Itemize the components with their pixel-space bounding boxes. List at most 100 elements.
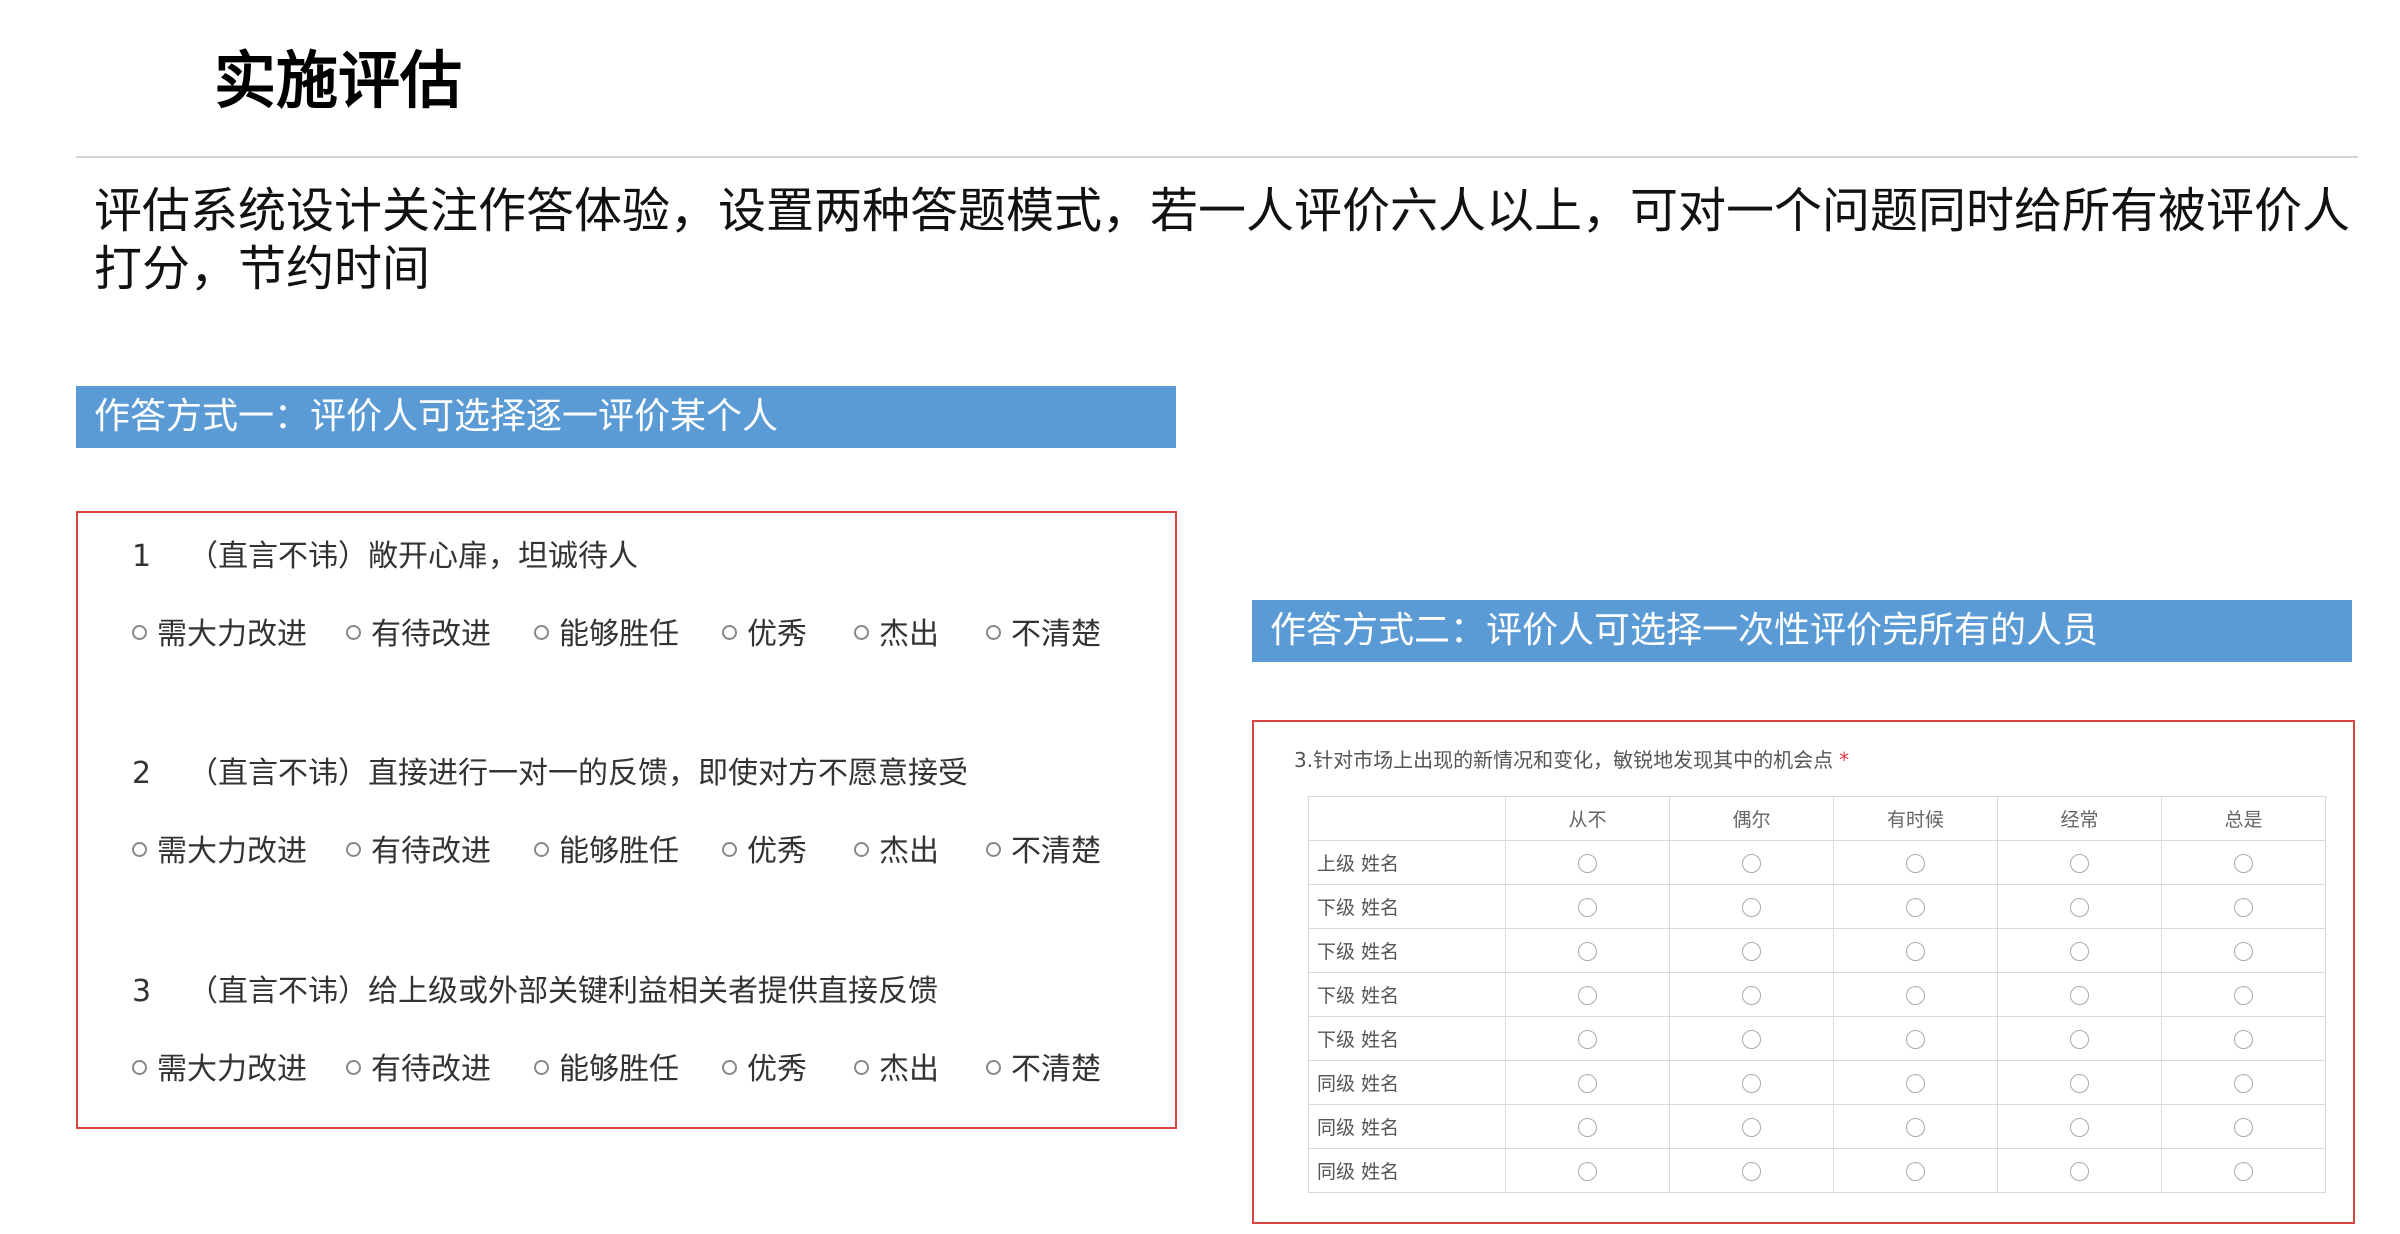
rating-matrix: 从不 偶尔 有时候 经常 总是 上级 姓名 下级 姓名 下级 姓名 下级 姓名 下级 姓… xyxy=(1308,796,2326,1193)
option-excellent[interactable]: 优秀 xyxy=(722,1048,807,1092)
matrix-cell xyxy=(1669,840,1834,885)
radio-icon[interactable] xyxy=(854,625,869,640)
radio-icon[interactable] xyxy=(534,842,549,857)
radio-icon[interactable] xyxy=(2234,897,2253,917)
radio-icon[interactable] xyxy=(2070,1117,2089,1137)
radio-icon[interactable] xyxy=(132,625,147,640)
mode-one-panel: 1 （直言不讳）敞开心扉，坦诚待人 需大力改进 有待改进 能够胜任 优秀 杰出 不… xyxy=(76,511,1177,1129)
radio-icon[interactable] xyxy=(1906,941,1925,961)
matrix-cell xyxy=(1833,928,1998,973)
option-competent[interactable]: 能够胜任 xyxy=(534,1048,679,1092)
radio-icon[interactable] xyxy=(346,1060,361,1075)
radio-icon[interactable] xyxy=(1742,1117,1761,1137)
matrix-cell xyxy=(1505,928,1670,973)
radio-icon[interactable] xyxy=(1578,1029,1597,1049)
option-needs-improvement[interactable]: 有待改进 xyxy=(346,613,491,657)
option-competent[interactable]: 能够胜任 xyxy=(534,613,679,657)
radio-icon[interactable] xyxy=(346,842,361,857)
radio-icon[interactable] xyxy=(2234,1117,2253,1137)
option-needs-improvement[interactable]: 有待改进 xyxy=(346,830,491,874)
radio-icon[interactable] xyxy=(2234,985,2253,1005)
radio-icon[interactable] xyxy=(1906,1117,1925,1137)
radio-icon[interactable] xyxy=(534,625,549,640)
option-needs-improvement[interactable]: 有待改进 xyxy=(346,1048,491,1092)
matrix-cell xyxy=(2161,884,2326,929)
matrix-cell xyxy=(1505,1016,1670,1061)
radio-icon[interactable] xyxy=(2234,853,2253,873)
option-needs-major-improvement[interactable]: 需大力改进 xyxy=(132,613,307,657)
radio-icon[interactable] xyxy=(722,625,737,640)
option-competent[interactable]: 能够胜任 xyxy=(534,830,679,874)
radio-icon[interactable] xyxy=(2070,1073,2089,1093)
matrix-cell xyxy=(1997,972,2162,1017)
radio-icon[interactable] xyxy=(854,1060,869,1075)
radio-icon[interactable] xyxy=(986,842,1001,857)
radio-icon[interactable] xyxy=(132,1060,147,1075)
radio-icon[interactable] xyxy=(1578,941,1597,961)
radio-icon[interactable] xyxy=(1742,941,1761,961)
radio-icon[interactable] xyxy=(986,1060,1001,1075)
option-excellent[interactable]: 优秀 xyxy=(722,613,807,657)
radio-icon[interactable] xyxy=(2070,1029,2089,1049)
radio-icon[interactable] xyxy=(1742,1073,1761,1093)
radio-icon[interactable] xyxy=(132,842,147,857)
option-excellent[interactable]: 优秀 xyxy=(722,830,807,874)
matrix-cell xyxy=(1669,972,1834,1017)
question-item: 2 （直言不讳）直接进行一对一的反馈，即使对方不愿意接受 需大力改进 有待改进 能… xyxy=(132,754,1155,874)
radio-icon[interactable] xyxy=(1742,897,1761,917)
radio-icon[interactable] xyxy=(1906,1029,1925,1049)
option-needs-major-improvement[interactable]: 需大力改进 xyxy=(132,1048,307,1092)
radio-icon[interactable] xyxy=(2070,941,2089,961)
radio-icon[interactable] xyxy=(1578,897,1597,917)
option-unclear[interactable]: 不清楚 xyxy=(986,613,1101,657)
radio-icon[interactable] xyxy=(986,625,1001,640)
radio-icon[interactable] xyxy=(2234,1073,2253,1093)
matrix-row: 下级 姓名 xyxy=(1308,928,2326,973)
radio-icon[interactable] xyxy=(1906,1161,1925,1181)
radio-icon[interactable] xyxy=(1578,1117,1597,1137)
radio-icon[interactable] xyxy=(1578,1073,1597,1093)
radio-icon[interactable] xyxy=(1578,853,1597,873)
matrix-cell xyxy=(1833,884,1998,929)
option-outstanding[interactable]: 杰出 xyxy=(854,830,939,874)
mode-one-banner: 作答方式一：评价人可选择逐一评价某个人 xyxy=(76,386,1176,448)
option-outstanding[interactable]: 杰出 xyxy=(854,1048,939,1092)
radio-icon[interactable] xyxy=(2070,897,2089,917)
option-unclear[interactable]: 不清楚 xyxy=(986,1048,1101,1092)
radio-icon[interactable] xyxy=(1742,985,1761,1005)
option-outstanding[interactable]: 杰出 xyxy=(854,613,939,657)
radio-icon[interactable] xyxy=(722,1060,737,1075)
radio-icon[interactable] xyxy=(1578,985,1597,1005)
radio-icon[interactable] xyxy=(2070,853,2089,873)
radio-icon[interactable] xyxy=(854,842,869,857)
matrix-cell xyxy=(2161,840,2326,885)
radio-icon[interactable] xyxy=(2070,1161,2089,1181)
radio-icon[interactable] xyxy=(1742,1161,1761,1181)
question-number: 3 xyxy=(132,974,152,1009)
option-group: 需大力改进 有待改进 能够胜任 优秀 杰出 不清楚 xyxy=(132,613,1155,657)
radio-icon[interactable] xyxy=(2234,1161,2253,1181)
option-unclear[interactable]: 不清楚 xyxy=(986,830,1101,874)
radio-icon[interactable] xyxy=(2234,941,2253,961)
radio-icon[interactable] xyxy=(534,1060,549,1075)
column-header: 从不 xyxy=(1505,796,1670,841)
radio-icon[interactable] xyxy=(1906,853,1925,873)
matrix-cell xyxy=(1669,1016,1834,1061)
radio-icon[interactable] xyxy=(1742,853,1761,873)
matrix-cell xyxy=(1505,972,1670,1017)
row-label: 下级 姓名 xyxy=(1308,1016,1506,1061)
radio-icon[interactable] xyxy=(1742,1029,1761,1049)
matrix-cell xyxy=(2161,928,2326,973)
radio-icon[interactable] xyxy=(1906,1073,1925,1093)
matrix-row: 下级 姓名 xyxy=(1308,972,2326,1017)
radio-icon[interactable] xyxy=(1906,985,1925,1005)
radio-icon[interactable] xyxy=(2234,1029,2253,1049)
row-label: 下级 姓名 xyxy=(1308,972,1506,1017)
radio-icon[interactable] xyxy=(1578,1161,1597,1181)
radio-icon[interactable] xyxy=(346,625,361,640)
question-text: （直言不讳）敞开心扉，坦诚待人 xyxy=(188,539,638,574)
option-needs-major-improvement[interactable]: 需大力改进 xyxy=(132,830,307,874)
radio-icon[interactable] xyxy=(2070,985,2089,1005)
radio-icon[interactable] xyxy=(1906,897,1925,917)
radio-icon[interactable] xyxy=(722,842,737,857)
